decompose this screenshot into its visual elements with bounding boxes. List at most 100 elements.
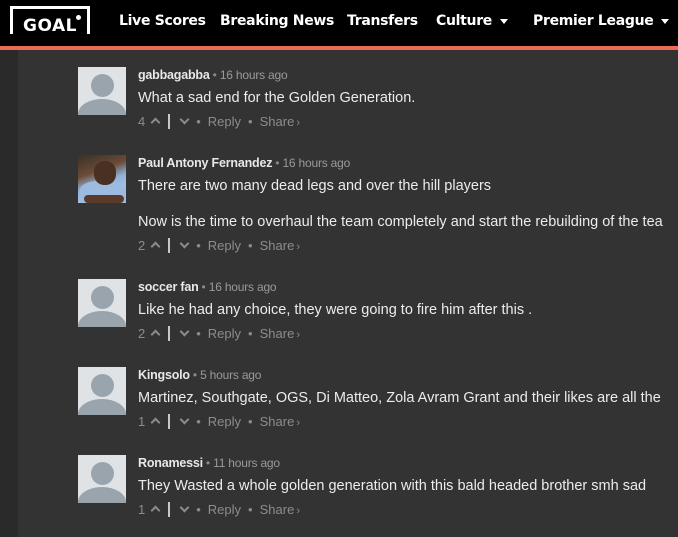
- separator-dot: •: [248, 113, 253, 129]
- separator-dot: •: [196, 113, 201, 129]
- share-arrow-icon: ›: [296, 116, 300, 129]
- avatar-body-icon: [78, 99, 126, 115]
- downvote-icon[interactable]: [179, 328, 189, 338]
- vote-divider: [168, 501, 171, 517]
- comment-time[interactable]: 16 hours ago: [209, 280, 277, 294]
- comment-text: Like he had any choice, they were going …: [138, 302, 533, 318]
- comment-time[interactable]: 11 hours ago: [213, 456, 280, 470]
- share-button[interactable]: Share ›: [260, 414, 300, 429]
- share-arrow-icon: ›: [296, 504, 300, 517]
- nav-label: Culture: [436, 13, 492, 29]
- share-button[interactable]: Share ›: [260, 326, 300, 341]
- separator-dot: •: [248, 237, 253, 253]
- upvote-count: 2: [138, 325, 146, 341]
- downvote-icon[interactable]: [179, 240, 189, 250]
- vote-divider: [168, 113, 171, 129]
- vote-divider: [168, 237, 171, 253]
- comment-author[interactable]: soccer fan: [138, 280, 199, 294]
- avatar-photo-arm: [84, 195, 124, 203]
- comment-text: Now is the time to overhaul the team com…: [138, 214, 663, 230]
- vote-divider: [168, 413, 171, 429]
- goal-logo[interactable]: GOAL: [10, 6, 90, 36]
- downvote-icon[interactable]: [179, 504, 189, 514]
- share-label: Share: [259, 237, 295, 253]
- upvote-icon[interactable]: [150, 504, 160, 514]
- separator-dot: •: [192, 368, 198, 382]
- comment-author[interactable]: Paul Antony Fernandez: [138, 156, 272, 170]
- nav-label: Live Scores: [119, 13, 206, 29]
- avatar-head-icon: [91, 374, 114, 397]
- separator-dot: •: [205, 456, 211, 470]
- upvote-icon[interactable]: [150, 328, 160, 338]
- top-navigation-bar: GOAL Live Scores Breaking News Transfers…: [0, 0, 678, 46]
- avatar[interactable]: [78, 155, 126, 203]
- separator-dot: •: [248, 325, 253, 341]
- downvote-icon[interactable]: [179, 116, 189, 126]
- comment-author[interactable]: gabbagabba: [138, 68, 210, 82]
- nav-label: Premier League: [533, 13, 654, 29]
- avatar-body-icon: [78, 399, 126, 415]
- nav-culture[interactable]: Culture: [436, 13, 508, 29]
- avatar[interactable]: [78, 67, 126, 115]
- comment-actions: 1 • Reply • Share ›: [138, 501, 678, 517]
- separator-dot: •: [248, 413, 253, 429]
- share-button[interactable]: Share ›: [260, 502, 300, 517]
- avatar[interactable]: [78, 455, 126, 503]
- comment-author[interactable]: Ronamessi: [138, 456, 203, 470]
- comment-time[interactable]: 5 hours ago: [200, 368, 261, 382]
- share-button[interactable]: Share ›: [260, 114, 300, 129]
- avatar-head-icon: [91, 286, 114, 309]
- comment-actions: 4 • Reply • Share ›: [138, 113, 678, 129]
- reply-button[interactable]: Reply: [208, 414, 241, 429]
- upvote-count: 2: [138, 237, 146, 253]
- share-label: Share: [259, 413, 295, 429]
- comment-text: They Wasted a whole golden generation wi…: [138, 478, 647, 494]
- reply-button[interactable]: Reply: [208, 238, 241, 253]
- share-button[interactable]: Share ›: [260, 238, 300, 253]
- reply-button[interactable]: Reply: [208, 114, 241, 129]
- accent-bar: [0, 46, 678, 50]
- share-label: Share: [259, 325, 295, 341]
- nav-transfers[interactable]: Transfers: [347, 13, 418, 29]
- comment-time[interactable]: 16 hours ago: [220, 68, 288, 82]
- downvote-icon[interactable]: [179, 416, 189, 426]
- reply-button[interactable]: Reply: [208, 326, 241, 341]
- comment-actions: 1 • Reply • Share ›: [138, 413, 678, 429]
- upvote-count: 1: [138, 501, 146, 517]
- comment-actions: 2 • Reply • Share ›: [138, 325, 678, 341]
- separator-dot: •: [275, 156, 280, 170]
- avatar-head-icon: [91, 462, 114, 485]
- vote-divider: [168, 325, 171, 341]
- reply-button[interactable]: Reply: [208, 502, 241, 517]
- share-arrow-icon: ›: [296, 240, 300, 253]
- avatar[interactable]: [78, 367, 126, 415]
- comment-author[interactable]: Kingsolo: [138, 368, 190, 382]
- chevron-down-icon: [500, 18, 508, 24]
- share-label: Share: [259, 113, 295, 129]
- nav-live-scores[interactable]: Live Scores: [119, 13, 206, 29]
- upvote-icon[interactable]: [150, 116, 160, 126]
- logo-text: GOAL: [23, 16, 77, 36]
- nav-premier-league[interactable]: Premier League: [533, 13, 670, 29]
- upvote-icon[interactable]: [150, 416, 160, 426]
- upvote-icon[interactable]: [150, 240, 160, 250]
- left-gutter: [0, 50, 18, 537]
- nav-breaking-news[interactable]: Breaking News: [220, 13, 334, 29]
- logo-dot-icon: [76, 15, 81, 20]
- comment-time[interactable]: 16 hours ago: [282, 156, 350, 170]
- nav-label: Breaking News: [220, 13, 335, 29]
- separator-dot: •: [196, 413, 201, 429]
- nav-label: Transfers: [347, 13, 418, 29]
- comment-text: There are two many dead legs and over th…: [138, 178, 492, 194]
- comment-text: What a sad end for the Golden Generation…: [138, 90, 416, 106]
- separator-dot: •: [196, 501, 201, 517]
- avatar-body-icon: [78, 487, 126, 503]
- avatar[interactable]: [78, 279, 126, 327]
- avatar-photo-face: [94, 161, 116, 185]
- avatar-head-icon: [91, 74, 114, 97]
- upvote-count: 4: [138, 113, 146, 129]
- separator-dot: •: [248, 501, 253, 517]
- separator-dot: •: [196, 237, 201, 253]
- share-arrow-icon: ›: [296, 416, 300, 429]
- upvote-count: 1: [138, 413, 146, 429]
